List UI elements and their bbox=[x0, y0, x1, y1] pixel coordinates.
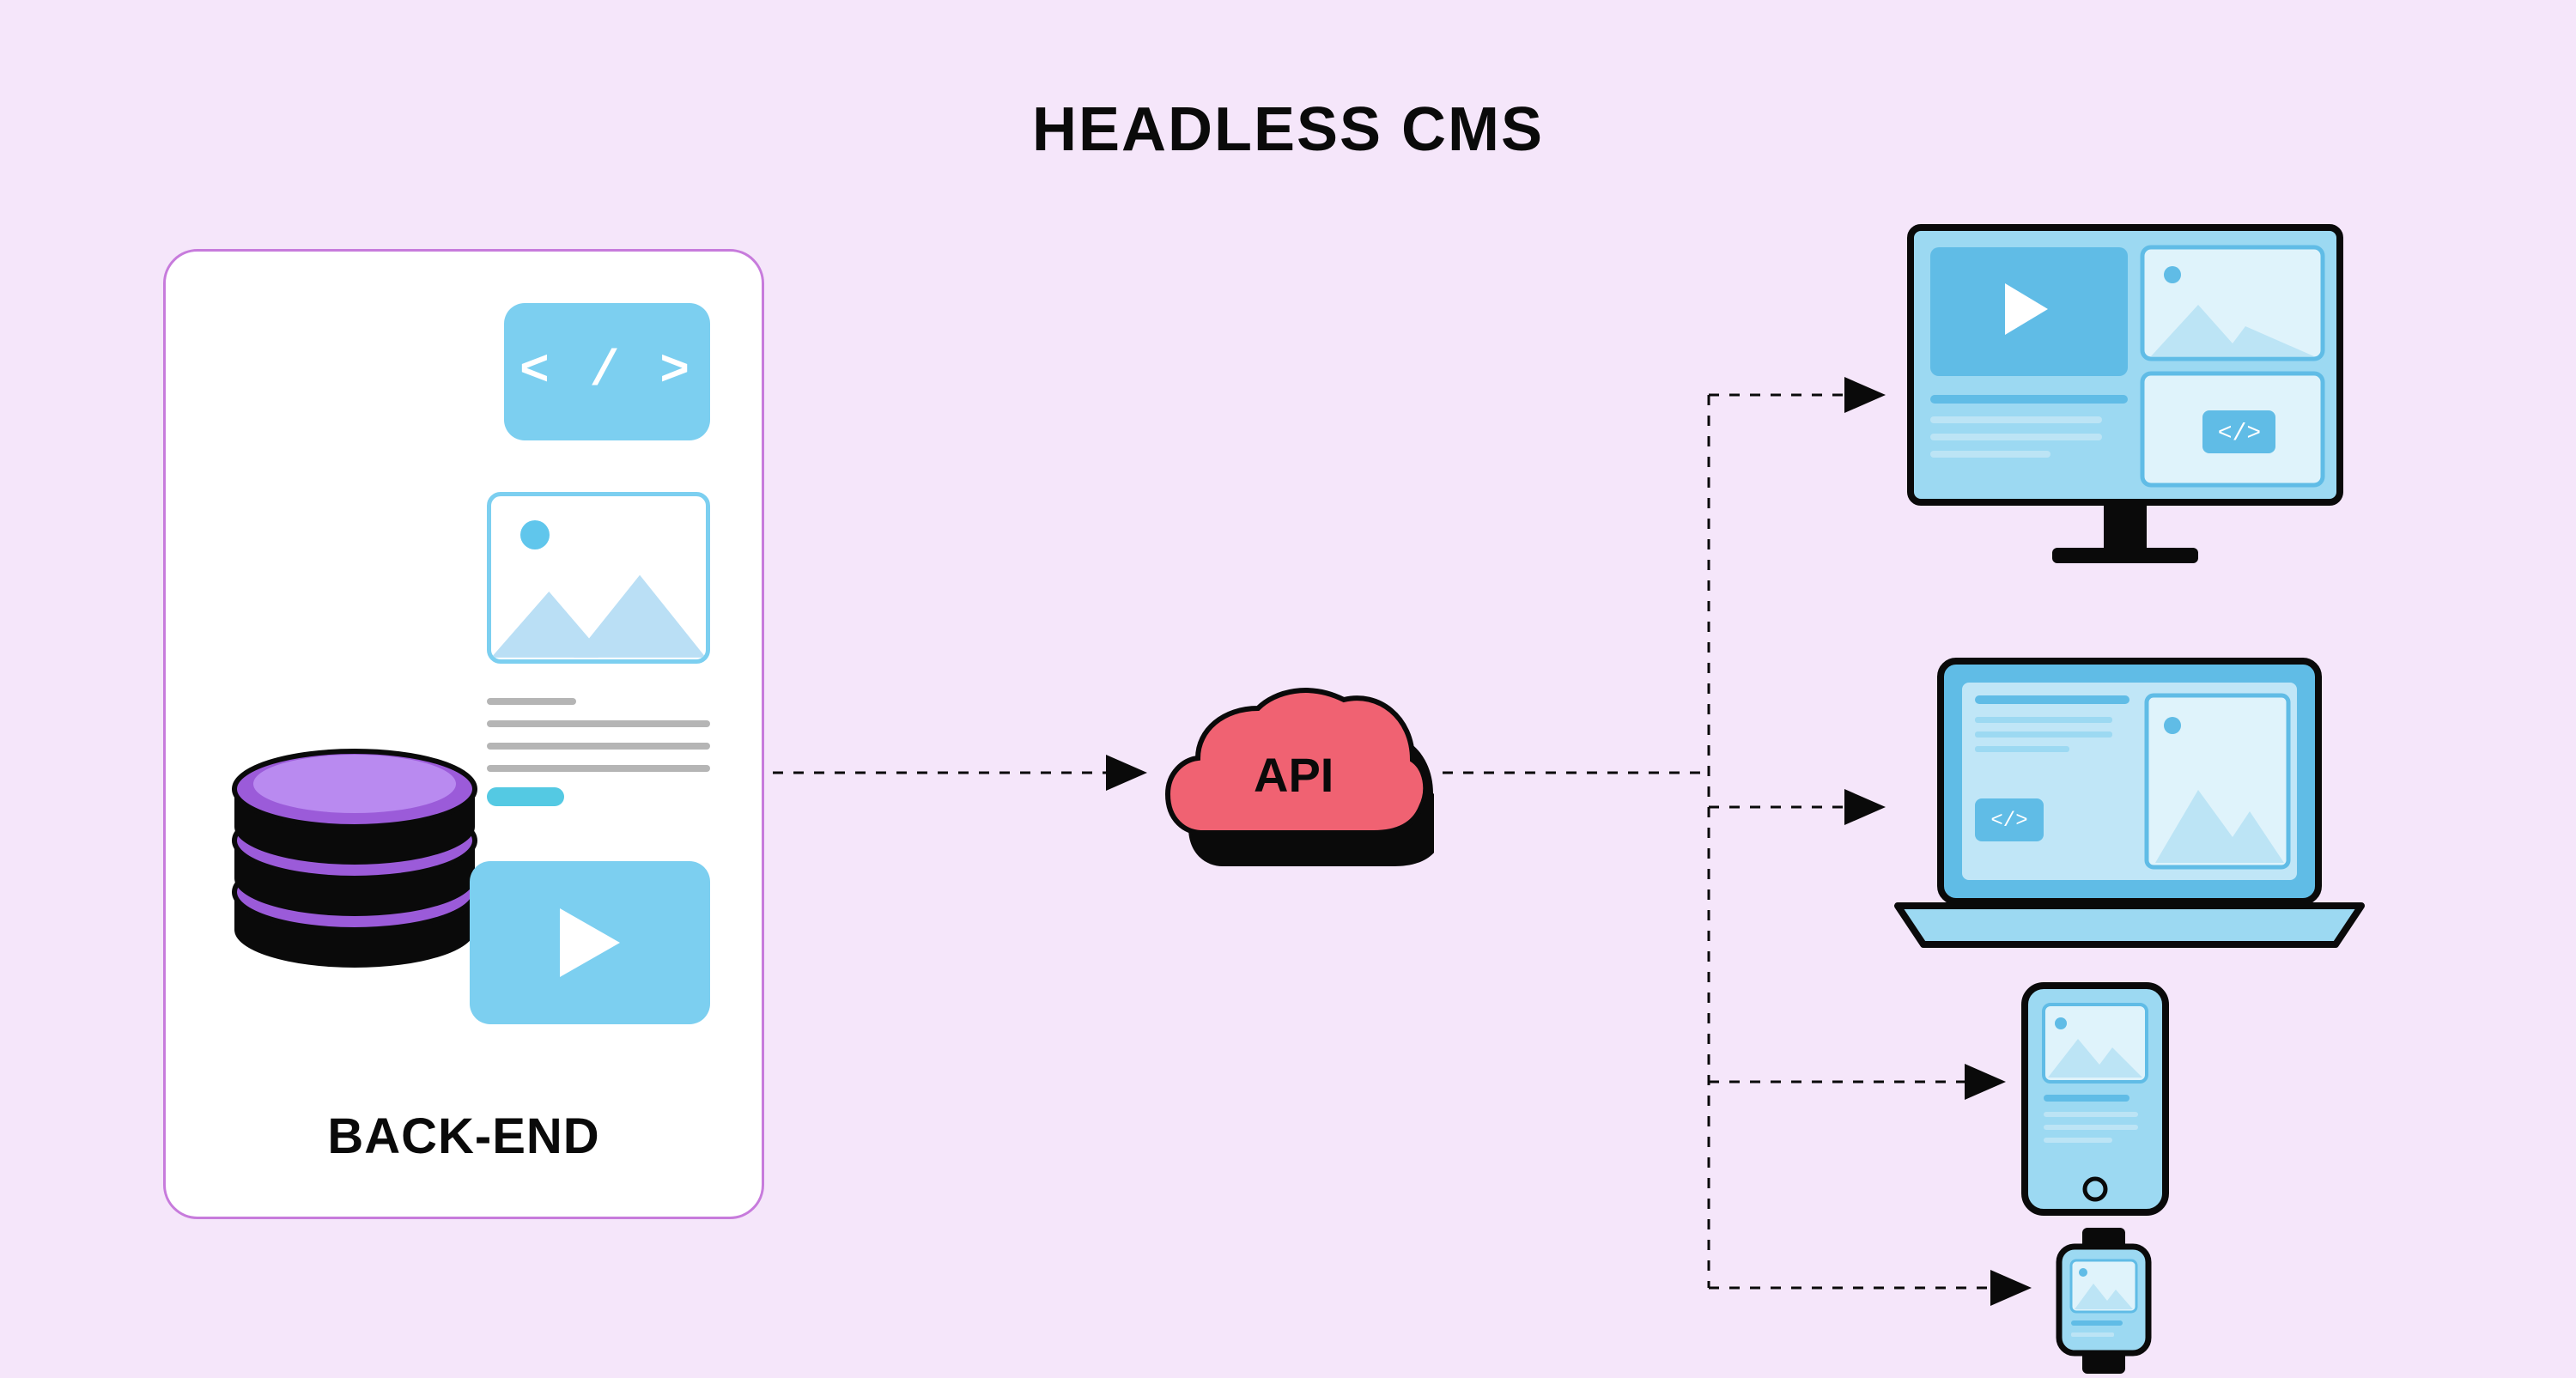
play-icon bbox=[556, 904, 624, 981]
desktop-device: </> bbox=[1906, 223, 2344, 575]
database-icon bbox=[217, 707, 492, 981]
mountains-icon bbox=[491, 565, 706, 659]
text-line bbox=[487, 765, 710, 772]
smartwatch-device bbox=[2044, 1228, 2164, 1374]
text-line bbox=[487, 743, 710, 750]
laptop-device: </> bbox=[1889, 653, 2370, 962]
video-tile bbox=[470, 861, 710, 1024]
diagram-title: HEADLESS CMS bbox=[1032, 94, 1544, 165]
svg-text:</>: </> bbox=[1990, 810, 2027, 833]
code-tile: < / > bbox=[504, 303, 710, 440]
text-content-icon bbox=[487, 698, 710, 806]
button-placeholder bbox=[487, 787, 564, 806]
text-line bbox=[487, 698, 576, 705]
text-line bbox=[487, 720, 710, 727]
smartphone-device bbox=[2018, 979, 2172, 1219]
api-label: API bbox=[1254, 747, 1334, 803]
svg-text:</>: </> bbox=[2218, 421, 2261, 447]
code-glyph: < / > bbox=[519, 344, 695, 400]
backend-label: BACK-END bbox=[327, 1108, 599, 1165]
backend-panel: < / > BACK-END bbox=[163, 249, 764, 1219]
sun-icon bbox=[520, 520, 550, 549]
image-tile bbox=[487, 492, 710, 664]
